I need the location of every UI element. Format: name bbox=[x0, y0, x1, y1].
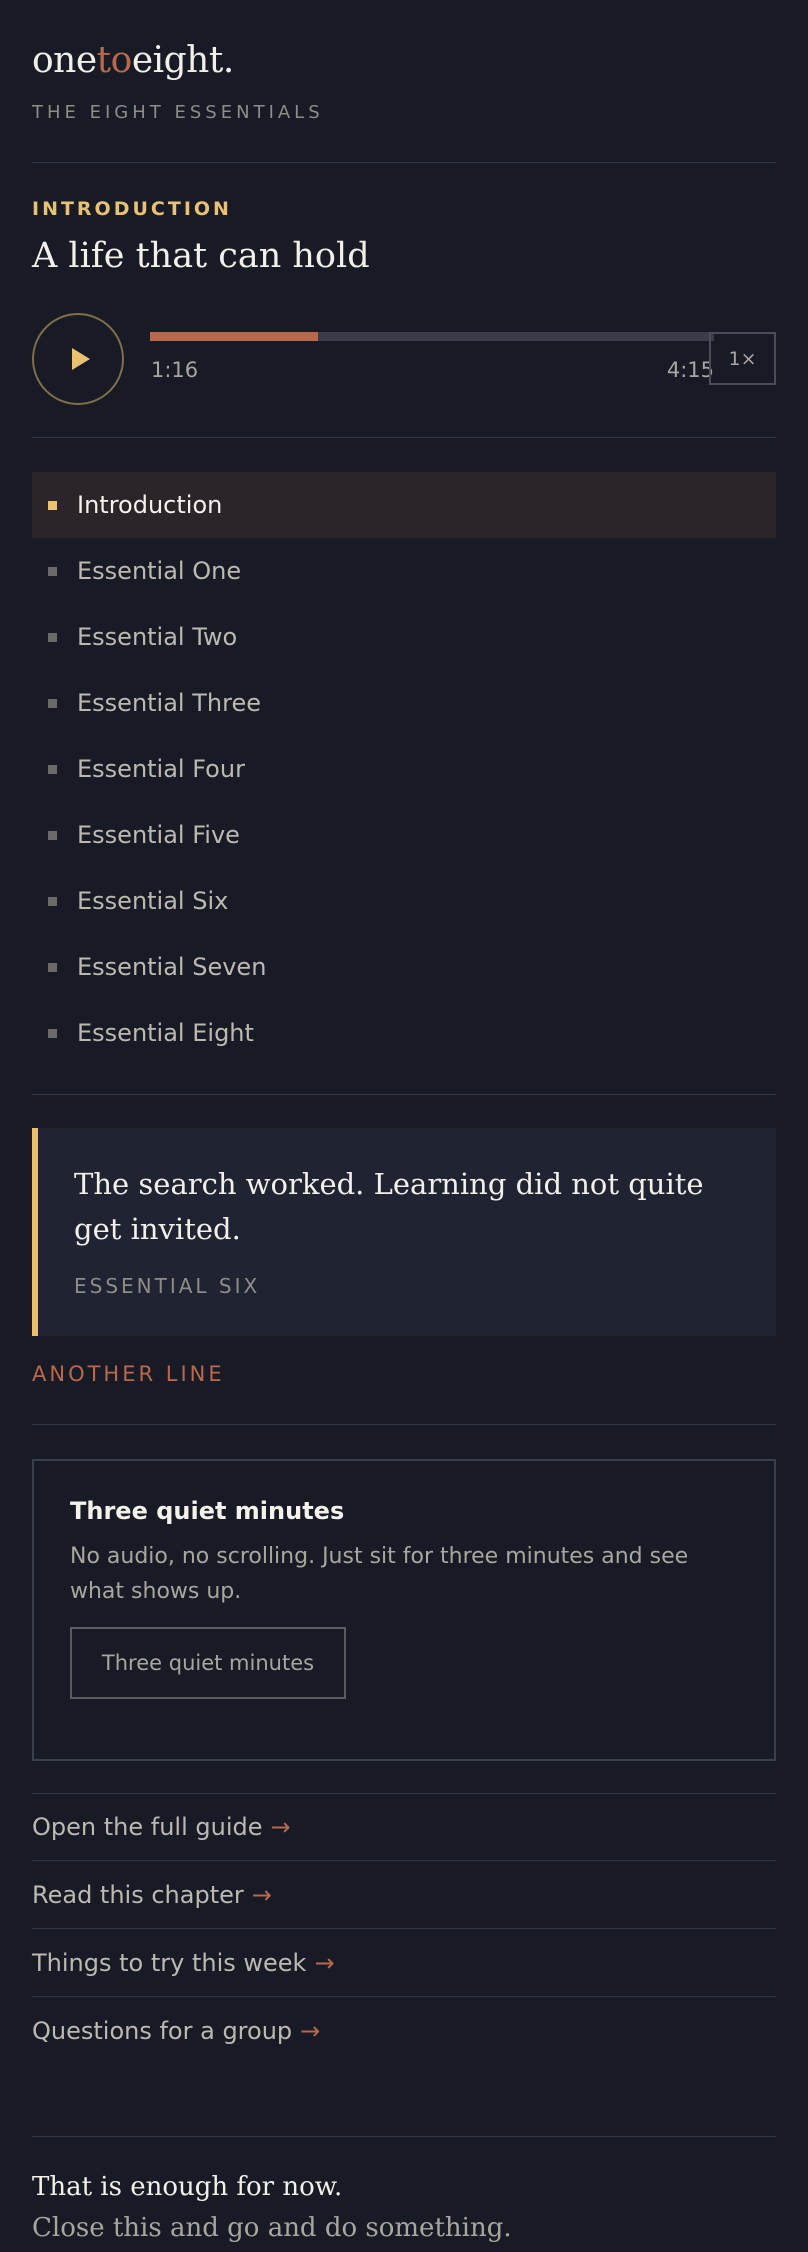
chapter-item[interactable]: Essential Eight bbox=[32, 1000, 776, 1066]
link-read-this-chapter[interactable]: Read this chapter → bbox=[32, 1861, 776, 1929]
chapter-label: Essential Seven bbox=[77, 953, 267, 981]
chapter-label: Essential Eight bbox=[77, 1019, 254, 1047]
playback-speed-button[interactable]: 1× bbox=[709, 332, 776, 385]
divider bbox=[32, 437, 776, 438]
chapter-label: Essential Four bbox=[77, 755, 245, 783]
play-icon bbox=[71, 348, 90, 370]
card-body: No audio, no scrolling. Just sit for thr… bbox=[70, 1544, 689, 1605]
bullet-square-icon bbox=[48, 566, 57, 576]
divider bbox=[32, 1424, 776, 1425]
quiet-minutes-card: Three quiet minutes No audio, no scrolli… bbox=[32, 1459, 776, 1761]
chapter-label: Essential One bbox=[77, 557, 242, 585]
brand-part-eight: eight. bbox=[131, 40, 234, 81]
divider bbox=[32, 1094, 776, 1095]
arrow-right-icon: → bbox=[314, 1948, 335, 1977]
chapter-label: Introduction bbox=[77, 491, 223, 519]
progress-bar[interactable] bbox=[150, 332, 714, 341]
pull-quote: The search worked. Learning did not quit… bbox=[32, 1128, 776, 1336]
brand-part-to: to bbox=[96, 40, 133, 81]
play-button[interactable] bbox=[32, 313, 124, 405]
chapter-label: Essential Five bbox=[77, 821, 240, 849]
chapter-item[interactable]: Essential Five bbox=[32, 802, 776, 868]
link-things-to-try[interactable]: Things to try this week → bbox=[32, 1929, 776, 1997]
link-label: Questions for a group bbox=[32, 2017, 293, 2045]
arrow-right-icon: → bbox=[270, 1812, 291, 1841]
arrow-right-icon: → bbox=[251, 1880, 272, 1909]
link-questions-for-group[interactable]: Questions for a group → bbox=[32, 1997, 776, 2065]
chapter-item[interactable]: Essential Six bbox=[32, 868, 776, 934]
chapter-label: Essential Two bbox=[77, 623, 238, 651]
another-line-button[interactable]: ANOTHER LINE bbox=[32, 1362, 225, 1386]
brand-logo[interactable]: onetoeight. bbox=[32, 40, 234, 81]
quiet-minutes-button[interactable]: Three quiet minutes bbox=[70, 1627, 346, 1700]
bullet-square-icon bbox=[48, 764, 57, 774]
bullet-square-icon bbox=[48, 896, 57, 906]
link-label: Things to try this week bbox=[32, 1948, 307, 1977]
track-title: A life that can hold bbox=[32, 236, 370, 276]
link-open-full-guide[interactable]: Open the full guide → bbox=[32, 1793, 776, 1861]
chapter-list: Introduction Essential One Essential Two… bbox=[32, 472, 776, 1066]
chapter-item[interactable]: Essential One bbox=[32, 538, 776, 604]
current-section-label: INTRODUCTION bbox=[32, 198, 232, 220]
tagline: THE EIGHT ESSENTIALS bbox=[32, 102, 324, 123]
current-time: 1:16 bbox=[151, 358, 199, 382]
bullet-square-icon bbox=[48, 698, 57, 708]
chapter-item[interactable]: Essential Three bbox=[32, 670, 776, 736]
brand-part-one: one bbox=[32, 40, 97, 81]
quote-text: The search worked. Learning did not quit… bbox=[74, 1167, 704, 1246]
divider bbox=[32, 2136, 776, 2137]
bullet-square-icon bbox=[48, 500, 57, 510]
chapter-item[interactable]: Essential Two bbox=[32, 604, 776, 670]
chapter-item[interactable]: Introduction bbox=[32, 472, 776, 538]
quote-source: ESSENTIAL SIX bbox=[74, 1273, 261, 1298]
total-time: 4:15 bbox=[666, 358, 714, 382]
chapter-label: Essential Six bbox=[77, 887, 229, 915]
link-label: Open the full guide bbox=[32, 1812, 263, 1841]
card-title: Three quiet minutes bbox=[70, 1497, 345, 1525]
footer-line-one: That is enough for now. bbox=[32, 2172, 343, 2202]
link-list: Open the full guide → Read this chapter → … bbox=[32, 1793, 776, 2065]
progress-fill bbox=[150, 332, 319, 341]
divider bbox=[32, 162, 776, 163]
chapter-item[interactable]: Essential Seven bbox=[32, 934, 776, 1000]
bullet-square-icon bbox=[48, 830, 57, 840]
link-label: Read this chapter bbox=[32, 1880, 244, 1909]
footer-line-two: Close this and go and do something. bbox=[32, 2213, 512, 2243]
chapter-item[interactable]: Essential Four bbox=[32, 736, 776, 802]
bullet-square-icon bbox=[48, 632, 57, 642]
bullet-square-icon bbox=[48, 962, 57, 972]
bullet-square-icon bbox=[48, 1028, 57, 1038]
arrow-right-icon: → bbox=[300, 2017, 321, 2045]
chapter-label: Essential Three bbox=[77, 689, 261, 717]
